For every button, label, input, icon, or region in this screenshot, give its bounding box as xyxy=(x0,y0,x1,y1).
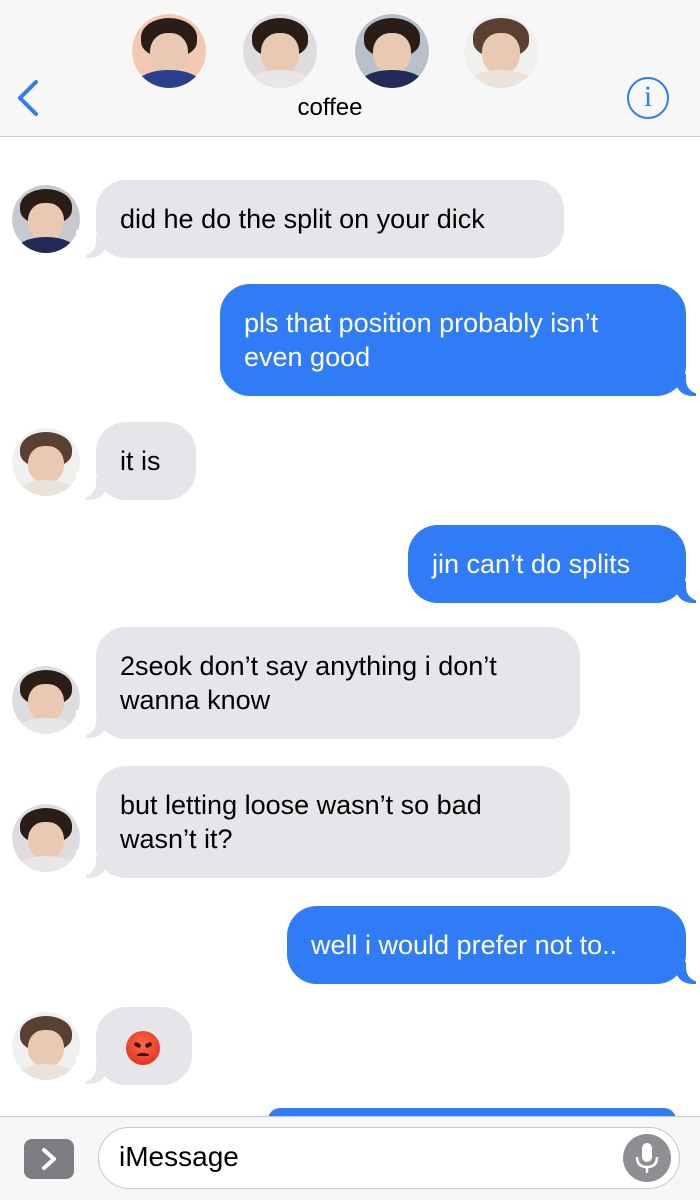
message-bubble-incoming[interactable]: it is xyxy=(96,422,196,500)
message-bubble-incoming[interactable]: 2seok don’t say anything i don’t wanna k… xyxy=(96,627,580,739)
chevron-right-icon xyxy=(42,1148,56,1170)
sender-avatar[interactable] xyxy=(12,1012,80,1080)
bubble-tail xyxy=(676,575,700,603)
sender-avatar[interactable] xyxy=(12,666,80,734)
message-bubble-incoming[interactable] xyxy=(96,1007,192,1085)
composer-bar: iMessage xyxy=(0,1116,700,1200)
conversation-title[interactable]: coffee xyxy=(250,94,410,122)
angry-face-icon xyxy=(126,1030,160,1065)
bubble-tail xyxy=(676,956,700,984)
sender-avatar[interactable] xyxy=(12,185,80,253)
message-text: but letting loose wasn’t so bad wasn’t i… xyxy=(120,790,482,854)
message-text: well i would prefer not to.. xyxy=(311,930,618,960)
message-input-placeholder: iMessage xyxy=(119,1141,239,1172)
message-bubble-outgoing[interactable]: well i would prefer not to.. xyxy=(287,906,686,984)
conversation-header: coffee i xyxy=(0,0,700,137)
message-bubble-outgoing[interactable]: pls that position probably isn’t even go… xyxy=(220,284,686,396)
sender-avatar[interactable] xyxy=(12,804,80,872)
info-icon: i xyxy=(643,80,653,113)
participant-avatar-4[interactable] xyxy=(464,14,538,88)
participant-avatar-3[interactable] xyxy=(355,14,429,88)
bubble-tail xyxy=(676,368,700,396)
microphone-button[interactable] xyxy=(623,1134,671,1182)
message-text: it is xyxy=(120,446,161,476)
apps-button[interactable] xyxy=(24,1139,74,1179)
chevron-left-icon xyxy=(18,80,38,116)
message-text: pls that position probably isn’t even go… xyxy=(244,308,599,372)
message-text: did he do the split on your dick xyxy=(120,204,485,234)
message-bubble-incoming[interactable]: did he do the split on your dick xyxy=(96,180,564,258)
message-bubble-incoming[interactable]: but letting loose wasn’t so bad wasn’t i… xyxy=(96,766,570,878)
info-button[interactable]: i xyxy=(627,77,669,119)
message-text: jin can’t do splits xyxy=(432,549,631,579)
message-input[interactable]: iMessage xyxy=(98,1127,680,1189)
microphone-icon xyxy=(635,1143,659,1173)
participant-avatar-2[interactable] xyxy=(243,14,317,88)
back-button[interactable] xyxy=(14,78,44,118)
participant-avatar-1[interactable] xyxy=(132,14,206,88)
sender-avatar[interactable] xyxy=(12,428,80,496)
message-text: 2seok don’t say anything i don’t wanna k… xyxy=(120,651,497,715)
message-bubble-outgoing[interactable]: jin can’t do splits xyxy=(408,525,686,603)
